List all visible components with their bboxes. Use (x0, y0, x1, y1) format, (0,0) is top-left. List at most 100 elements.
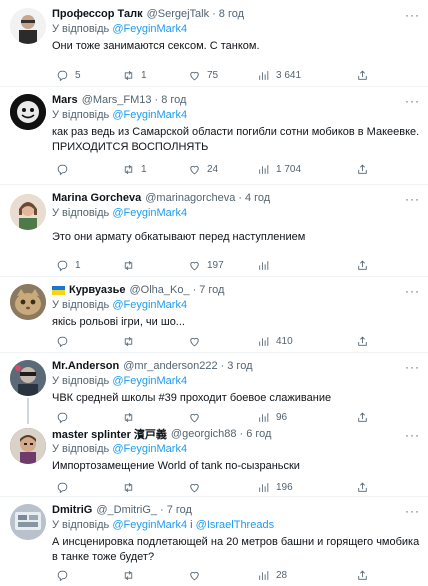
share-button[interactable] (356, 163, 369, 176)
like-button[interactable] (188, 335, 207, 348)
avatar[interactable] (10, 428, 46, 464)
display-name[interactable]: DmitriG (52, 504, 92, 516)
views-icon (259, 260, 269, 270)
avatar[interactable] (10, 360, 46, 396)
like-button[interactable]: 197 (188, 259, 224, 272)
user-handle[interactable]: @_DmitriG_ (96, 504, 157, 516)
retweet-button[interactable] (122, 411, 141, 424)
more-options-icon[interactable]: ··· (405, 192, 420, 206)
timestamp[interactable]: 4 год (245, 192, 270, 204)
display-name[interactable]: Marina Gorcheva (52, 192, 141, 204)
mention-link[interactable]: @FeyginMark4 (112, 519, 187, 531)
tweet[interactable]: Marina Gorcheva @marinagorcheva · 4 год … (0, 190, 428, 274)
avatar[interactable] (10, 194, 46, 230)
views-count: 1 704 (276, 163, 302, 175)
reply-icon (57, 482, 68, 493)
mention-link[interactable]: @FeyginMark4 (112, 23, 187, 35)
like-button[interactable]: 24 (188, 163, 218, 176)
tweet-text: А инсценировка подлетающей на 20 метров … (52, 536, 420, 563)
user-handle[interactable]: @marinagorcheva (145, 192, 235, 204)
reply-to-line: У відповідь @FeyginMark4 (52, 298, 420, 313)
more-options-icon[interactable]: ··· (405, 94, 420, 108)
views-button[interactable]: 196 (257, 481, 293, 494)
like-button[interactable]: 75 (188, 69, 218, 82)
like-button[interactable] (188, 481, 207, 494)
mention-link[interactable]: @FeyginMark4 (112, 443, 187, 455)
mention-link[interactable]: @IsraelThreads (196, 519, 274, 531)
mention-link[interactable]: @FeyginMark4 (112, 109, 187, 121)
retweet-button[interactable] (122, 481, 141, 494)
divider (0, 276, 428, 277)
reply-button[interactable]: 5 (56, 69, 81, 82)
timestamp[interactable]: 7 год (199, 284, 224, 296)
user-handle[interactable]: @SergejTalk (147, 8, 210, 20)
share-button[interactable] (356, 259, 369, 272)
avatar[interactable] (10, 284, 46, 320)
more-options-icon[interactable]: ··· (405, 8, 420, 22)
more-options-icon[interactable]: ··· (405, 284, 420, 298)
share-button[interactable] (356, 569, 369, 582)
like-button[interactable] (188, 569, 207, 582)
like-count: 24 (207, 163, 219, 175)
more-options-icon[interactable]: ··· (405, 504, 420, 518)
mention-link[interactable]: @FeyginMark4 (112, 375, 187, 387)
thread-line (27, 398, 29, 424)
retweet-button[interactable]: 1 (122, 163, 147, 176)
like-button[interactable] (188, 411, 207, 424)
user-handle[interactable]: @Mars_FM13 (82, 94, 152, 106)
separator-dot: · (220, 360, 225, 372)
tweet[interactable]: DmitriG @_DmitriG_ · 7 год ··· У відпові… (0, 502, 428, 584)
views-button[interactable]: 1 704 (257, 163, 301, 176)
tweet[interactable]: Mars @Mars_FM13 · 8 год ··· У відповідь … (0, 92, 428, 180)
tweet[interactable]: Профессор Талк @SergejTalk · 8 год ··· У… (0, 6, 428, 86)
ukraine-flag-icon (52, 285, 65, 295)
mention-link[interactable]: @FeyginMark4 (112, 207, 187, 219)
tweet[interactable]: Курвуазье @Olha_Ko_ · 7 год ··· У відпов… (0, 282, 428, 348)
timestamp[interactable]: 7 год (167, 504, 192, 516)
separator-dot: · (192, 284, 197, 296)
tweet[interactable]: master splinter 濱戸義 @georgich88 · 6 год … (0, 426, 428, 494)
views-button[interactable]: 410 (257, 335, 293, 348)
retweet-button[interactable] (122, 335, 141, 348)
display-name[interactable]: Профессор Талк (52, 8, 143, 20)
user-handle[interactable]: @Olha_Ko_ (129, 284, 189, 296)
views-button[interactable] (257, 259, 276, 272)
reply-to-line: У відповідь @FeyginMark4 (52, 22, 420, 37)
avatar[interactable] (10, 8, 46, 44)
display-name[interactable]: Mr.Anderson (52, 360, 119, 372)
retweet-count: 1 (141, 69, 147, 81)
mention-link[interactable]: @FeyginMark4 (112, 299, 187, 311)
reply-button[interactable] (56, 569, 75, 582)
views-button[interactable]: 96 (257, 411, 287, 424)
timestamp[interactable]: 6 год (246, 428, 271, 440)
views-icon (259, 70, 269, 80)
retweet-button[interactable]: 1 (122, 69, 147, 82)
avatar[interactable] (10, 94, 46, 130)
retweet-button[interactable] (122, 569, 141, 582)
retweet-button[interactable] (122, 259, 141, 272)
timestamp[interactable]: 8 год (161, 94, 186, 106)
tweet[interactable]: Mr.Anderson @mr_anderson222 · 3 год ··· … (0, 358, 428, 424)
reply-button[interactable] (56, 335, 75, 348)
user-handle[interactable]: @mr_anderson222 (123, 360, 217, 372)
share-button[interactable] (356, 481, 369, 494)
reply-button[interactable] (56, 411, 75, 424)
display-name[interactable]: master splinter 濱戸義 (52, 426, 167, 442)
more-options-icon[interactable]: ··· (405, 360, 420, 374)
more-options-icon[interactable]: ··· (405, 428, 420, 442)
views-button[interactable]: 3 641 (257, 69, 301, 82)
views-button[interactable]: 28 (257, 569, 287, 582)
user-handle[interactable]: @georgich88 (171, 428, 237, 440)
timestamp[interactable]: 8 год (219, 8, 244, 20)
share-icon (358, 164, 367, 174)
display-name[interactable]: Курвуазье (69, 284, 125, 296)
share-button[interactable] (356, 411, 369, 424)
reply-button[interactable]: 1 (56, 259, 81, 272)
avatar[interactable] (10, 504, 46, 540)
share-button[interactable] (356, 69, 369, 82)
timestamp[interactable]: 3 год (227, 360, 252, 372)
share-button[interactable] (356, 335, 369, 348)
reply-button[interactable] (56, 163, 75, 176)
display-name[interactable]: Mars (52, 94, 78, 106)
reply-button[interactable] (56, 481, 75, 494)
